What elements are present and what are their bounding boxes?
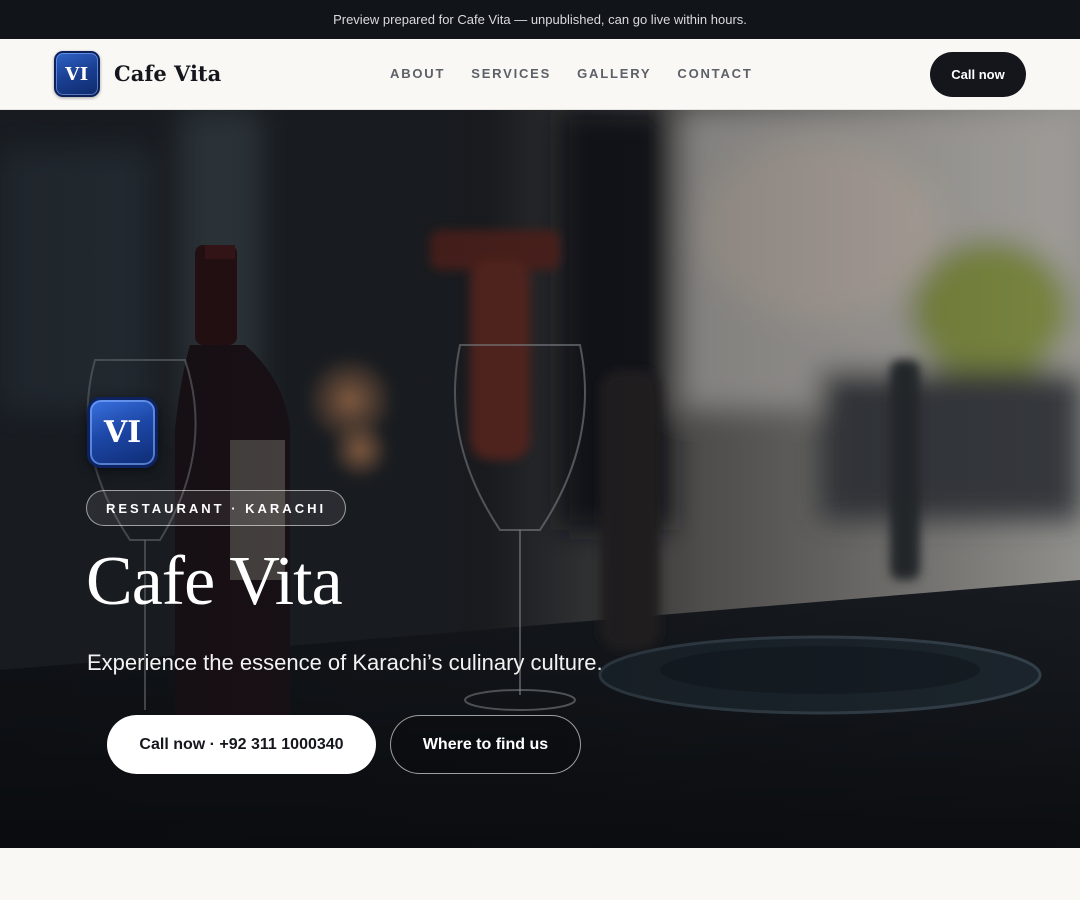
logo-initials: VI — [65, 63, 89, 85]
announcement-bar: Preview prepared for Cafe Vita — unpubli… — [0, 0, 1080, 39]
announcement-text: Preview prepared for Cafe Vita — unpubli… — [333, 12, 747, 27]
nav-link-gallery[interactable]: GALLERY — [577, 66, 651, 81]
main-nav: ABOUT SERVICES GALLERY CONTACT — [390, 66, 779, 81]
hero-section: VI RESTAURANT · KARACHI Cafe Vita Experi… — [0, 110, 1080, 848]
nav-link-contact[interactable]: CONTACT — [677, 66, 752, 81]
nav-link-about[interactable]: ABOUT — [390, 66, 445, 81]
brand-name[interactable]: Cafe Vita — [114, 61, 221, 86]
hero-logo-badge: VI — [87, 397, 158, 468]
find-us-button[interactable]: Where to find us — [390, 715, 581, 774]
hero-logo-initials: VI — [103, 415, 142, 450]
call-now-button[interactable]: Call now · +92 311 1000340 — [107, 715, 376, 774]
header-call-button[interactable]: Call now — [930, 52, 1026, 97]
hero-title: Cafe Vita — [86, 543, 343, 620]
logo-badge[interactable]: VI — [54, 51, 100, 97]
category-chip: RESTAURANT · KARACHI — [86, 490, 347, 526]
site-header: VI Cafe Vita ABOUT SERVICES GALLERY CONT… — [0, 39, 1080, 110]
nav-link-services[interactable]: SERVICES — [471, 66, 551, 81]
hero-tagline: Experience the essence of Karachi’s culi… — [87, 650, 603, 675]
